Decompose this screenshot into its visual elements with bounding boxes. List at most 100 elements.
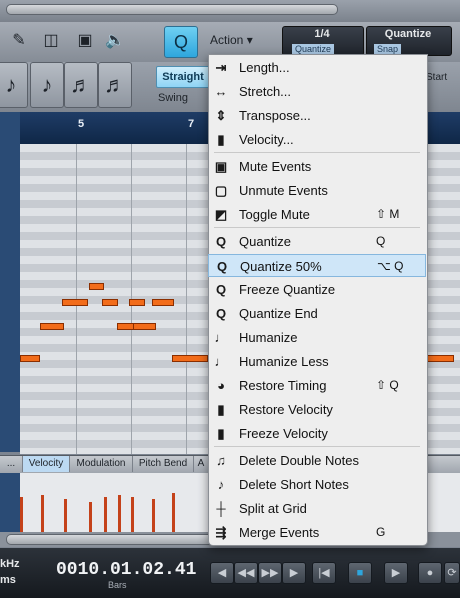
menu-item-label: Freeze Velocity xyxy=(239,426,328,441)
note-event[interactable] xyxy=(426,355,454,362)
return-to-zero-icon[interactable]: |◀ xyxy=(312,562,336,584)
menu-item-label: Quantize End xyxy=(239,306,318,321)
menu-item-label: Stretch... xyxy=(239,84,292,99)
menu-item-length[interactable]: ⇥ Length... xyxy=(208,56,426,79)
rewind-icon[interactable]: ◀◀ xyxy=(234,562,258,584)
menu-item-label: Delete Short Notes xyxy=(239,477,349,492)
menu-item-toggle-mute[interactable]: ◩ Toggle Mute ⇧ M xyxy=(208,203,426,226)
menu-item-label: Freeze Quantize xyxy=(239,282,336,297)
delete-short-notes-icon: ♪ xyxy=(217,477,225,492)
note-event[interactable] xyxy=(133,323,156,330)
menu-item-delete-short-notes[interactable]: ♪ Delete Short Notes xyxy=(208,473,426,496)
speaker-icon[interactable]: 🔈 xyxy=(104,30,126,52)
note-value-button[interactable]: ♪ xyxy=(0,62,28,108)
note-event[interactable] xyxy=(20,355,40,362)
menu-item-label: Humanize xyxy=(239,330,298,345)
velocity-bar[interactable] xyxy=(89,502,92,533)
menu-item-quantize-50[interactable]: Q Quantize 50% ⌥ Q xyxy=(208,254,426,277)
tab-more[interactable]: ... xyxy=(0,456,23,472)
menu-item-humanize[interactable]: ♩ Humanize xyxy=(208,326,426,349)
sample-rate-label: kHz xyxy=(0,558,20,570)
restore-velocity-icon: ▮ xyxy=(217,402,225,417)
menu-item-transpose[interactable]: ⇕ Transpose... xyxy=(208,104,426,127)
menu-item-unmute-events[interactable]: ▢ Unmute Events xyxy=(208,179,426,202)
tab-pitch-bend[interactable]: Pitch Bend xyxy=(133,456,194,472)
note-value-button[interactable]: ♪ xyxy=(30,62,64,108)
fast-forward-icon[interactable]: ▶▶ xyxy=(258,562,282,584)
freeze-velocity-icon: ▮ xyxy=(217,426,225,441)
note-event[interactable] xyxy=(40,323,64,330)
forward-icon[interactable]: ▶ xyxy=(282,562,306,584)
menu-item-label: Humanize Less xyxy=(239,354,329,369)
note-event[interactable] xyxy=(152,299,174,306)
horizontal-scrollbar-bottom[interactable] xyxy=(6,534,218,545)
velocity-bar[interactable] xyxy=(172,493,175,533)
menu-separator xyxy=(214,227,420,228)
grid-value: 1/4 xyxy=(314,28,330,40)
velocity-bar[interactable] xyxy=(104,497,107,533)
menu-item-delete-double-notes[interactable]: ♫ Delete Double Notes xyxy=(208,449,426,472)
tab-velocity[interactable]: Velocity xyxy=(23,456,70,472)
menu-item-stretch[interactable]: ↔ Stretch... xyxy=(208,80,426,103)
note-value-button[interactable]: ♬ xyxy=(64,62,98,108)
quantize-icon: Q xyxy=(215,234,227,249)
menu-item-quantize-end[interactable]: Q Quantize End xyxy=(208,302,426,325)
note-event[interactable] xyxy=(102,299,118,306)
menu-item-label: Delete Double Notes xyxy=(239,453,359,468)
eraser-tool-icon[interactable]: ◫ xyxy=(40,30,62,52)
quantize-50-icon: Q xyxy=(216,259,228,274)
horizontal-scrollbar-top[interactable] xyxy=(6,4,338,15)
menu-item-freeze-velocity[interactable]: ▮ Freeze Velocity xyxy=(208,422,426,445)
piano-keys-column[interactable] xyxy=(0,112,20,452)
menu-item-freeze-quantize[interactable]: Q Freeze Quantize xyxy=(208,278,426,301)
straight-button[interactable]: Straight xyxy=(156,66,210,88)
velocity-lane-header xyxy=(0,473,20,533)
velocity-bar[interactable] xyxy=(131,497,134,533)
tab-other[interactable]: A xyxy=(194,456,209,472)
note-value-button[interactable]: ♬ xyxy=(98,62,132,108)
record-icon[interactable]: ● xyxy=(418,562,442,584)
split-at-grid-icon: ┼ xyxy=(216,501,226,516)
rewind-start-icon[interactable]: ◀ xyxy=(210,562,234,584)
menu-item-label: Quantize 50% xyxy=(240,259,322,274)
menu-item-humanize-less[interactable]: ♩ Humanize Less xyxy=(208,350,426,373)
velocity-bar[interactable] xyxy=(118,495,121,533)
menu-item-restore-timing[interactable]: ◕ Restore Timing ⇧ Q xyxy=(208,374,426,397)
note-event[interactable] xyxy=(62,299,88,306)
position-display[interactable]: 0010.01.02.41 xyxy=(56,560,196,580)
play-icon[interactable]: ▶ xyxy=(384,562,408,584)
start-label: Start xyxy=(426,72,448,83)
humanize-less-icon: ♩ xyxy=(214,354,228,369)
chevron-down-icon: ▾ xyxy=(246,33,253,47)
menu-item-mute-events[interactable]: ▣ Mute Events xyxy=(208,155,426,178)
merge-events-icon: ⇶ xyxy=(215,525,227,540)
menu-item-split-at-grid[interactable]: ┼ Split at Grid xyxy=(208,497,426,520)
menu-item-velocity[interactable]: ▮ Velocity... xyxy=(208,128,426,151)
stop-icon[interactable]: ■ xyxy=(348,562,372,584)
menu-item-label: Transpose... xyxy=(239,108,311,123)
note-event[interactable] xyxy=(89,283,104,290)
tab-modulation[interactable]: Modulation xyxy=(70,456,133,472)
velocity-bar[interactable] xyxy=(20,497,23,533)
menu-item-restore-velocity[interactable]: ▮ Restore Velocity xyxy=(208,398,426,421)
quantize-button[interactable]: Q xyxy=(164,26,198,58)
unmute-icon: ▢ xyxy=(214,183,228,198)
menu-item-label: Restore Velocity xyxy=(239,402,333,417)
note-event[interactable] xyxy=(129,299,145,306)
velocity-bar[interactable] xyxy=(152,499,155,533)
menu-item-quantize[interactable]: Q Quantize Q xyxy=(208,230,426,253)
bar-number: 7 xyxy=(188,118,195,130)
note-event[interactable] xyxy=(172,355,208,362)
menu-item-shortcut: ⇧ M xyxy=(376,207,400,221)
menu-item-shortcut: Q xyxy=(376,234,386,248)
bend-tool-icon[interactable]: ▣ xyxy=(74,30,96,52)
velocity-bar[interactable] xyxy=(64,499,67,533)
menu-item-label: Unmute Events xyxy=(239,183,328,198)
action-menu-button[interactable]: Action ▾ xyxy=(206,28,268,52)
velocity-bar[interactable] xyxy=(41,495,44,533)
stretch-icon: ↔ xyxy=(214,84,228,99)
menu-item-merge-events[interactable]: ⇶ Merge Events G xyxy=(208,521,426,544)
menu-item-label: Length... xyxy=(239,60,290,75)
loop-icon[interactable]: ⟳ xyxy=(444,562,460,584)
pencil-tool-icon[interactable]: ✎ xyxy=(8,30,30,52)
